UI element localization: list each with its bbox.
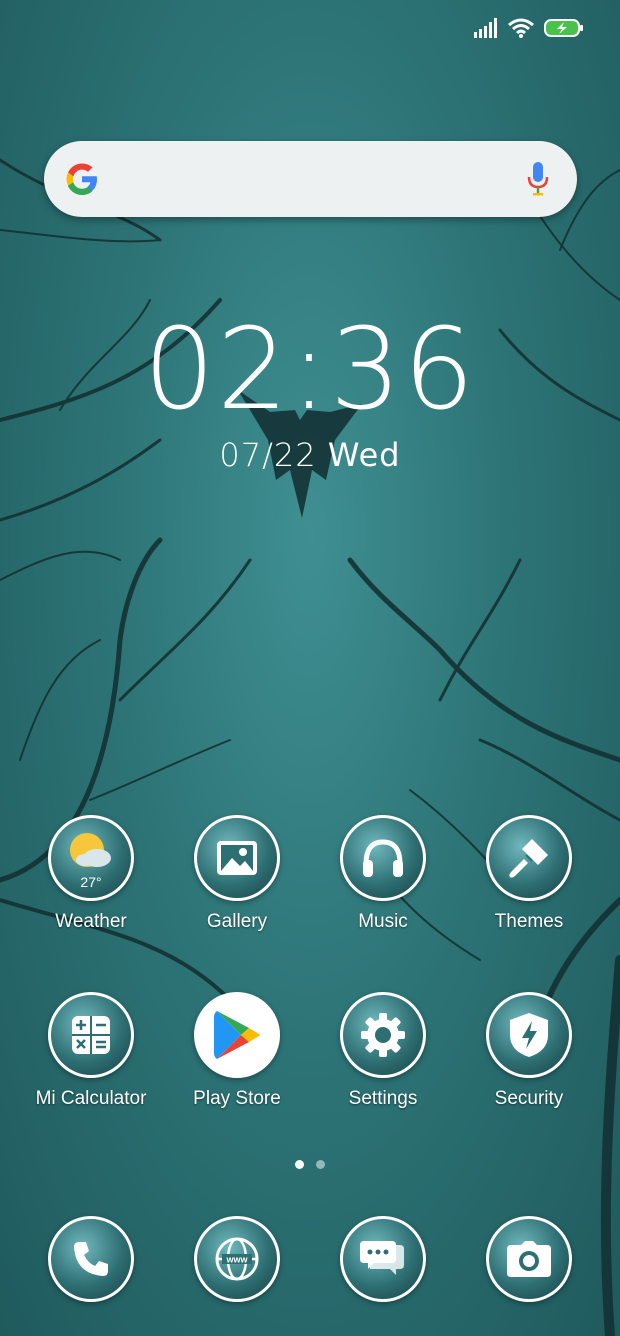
browser-www-text: www: [225, 1255, 248, 1265]
gallery-icon: [194, 815, 280, 901]
messages-icon: [340, 1216, 426, 1302]
weekday-text: Wed: [327, 436, 401, 474]
app-label: Weather: [55, 911, 127, 932]
dock-messages[interactable]: [310, 1216, 456, 1302]
app-label: Mi Calculator: [35, 1088, 147, 1109]
clock-time[interactable]: 02:36: [0, 310, 620, 430]
app-mi-calculator[interactable]: Mi Calculator: [18, 992, 164, 1110]
shield-icon: [486, 992, 572, 1078]
page-dot-active[interactable]: [295, 1160, 304, 1169]
google-g-icon: [66, 163, 97, 195]
camera-icon: [486, 1216, 572, 1302]
browser-icon: www: [194, 1216, 280, 1302]
weather-temp: 27°: [80, 874, 102, 890]
play-store-icon: [194, 992, 280, 1078]
google-search-bar[interactable]: [44, 141, 577, 217]
app-label: Gallery: [206, 911, 268, 932]
phone-icon: [48, 1216, 134, 1302]
app-settings[interactable]: Settings: [310, 992, 456, 1110]
app-label: Music: [358, 911, 408, 932]
mic-icon[interactable]: [527, 162, 549, 196]
clock-digits: 02:36: [143, 305, 477, 435]
app-security[interactable]: Security: [456, 992, 602, 1110]
app-music[interactable]: Music: [310, 815, 456, 933]
signal-icon: [474, 18, 497, 38]
date-text: 07/22: [219, 436, 317, 474]
dock-phone[interactable]: [18, 1216, 164, 1302]
app-weather[interactable]: 27° Weather: [18, 815, 164, 933]
page-indicator: [0, 1160, 620, 1169]
app-play-store[interactable]: Play Store: [164, 992, 310, 1110]
wifi-icon: [508, 18, 534, 38]
app-label: Play Store: [193, 1088, 281, 1109]
battery-charging-icon: [544, 19, 583, 37]
status-bar: [474, 14, 584, 42]
dock-camera[interactable]: [456, 1216, 602, 1302]
app-themes[interactable]: Themes: [456, 815, 602, 933]
app-label: Settings: [348, 1088, 418, 1109]
gear-icon: [340, 992, 426, 1078]
calculator-icon: [48, 992, 134, 1078]
weather-icon: 27°: [48, 815, 134, 901]
headphones-icon: [340, 815, 426, 901]
app-label: Themes: [494, 911, 564, 932]
brush-icon: [486, 815, 572, 901]
clock-date[interactable]: 07/22 Wed: [0, 436, 620, 474]
dock-browser[interactable]: www: [164, 1216, 310, 1302]
app-gallery[interactable]: Gallery: [164, 815, 310, 933]
app-label: Security: [494, 1088, 564, 1109]
page-dot[interactable]: [316, 1160, 325, 1169]
